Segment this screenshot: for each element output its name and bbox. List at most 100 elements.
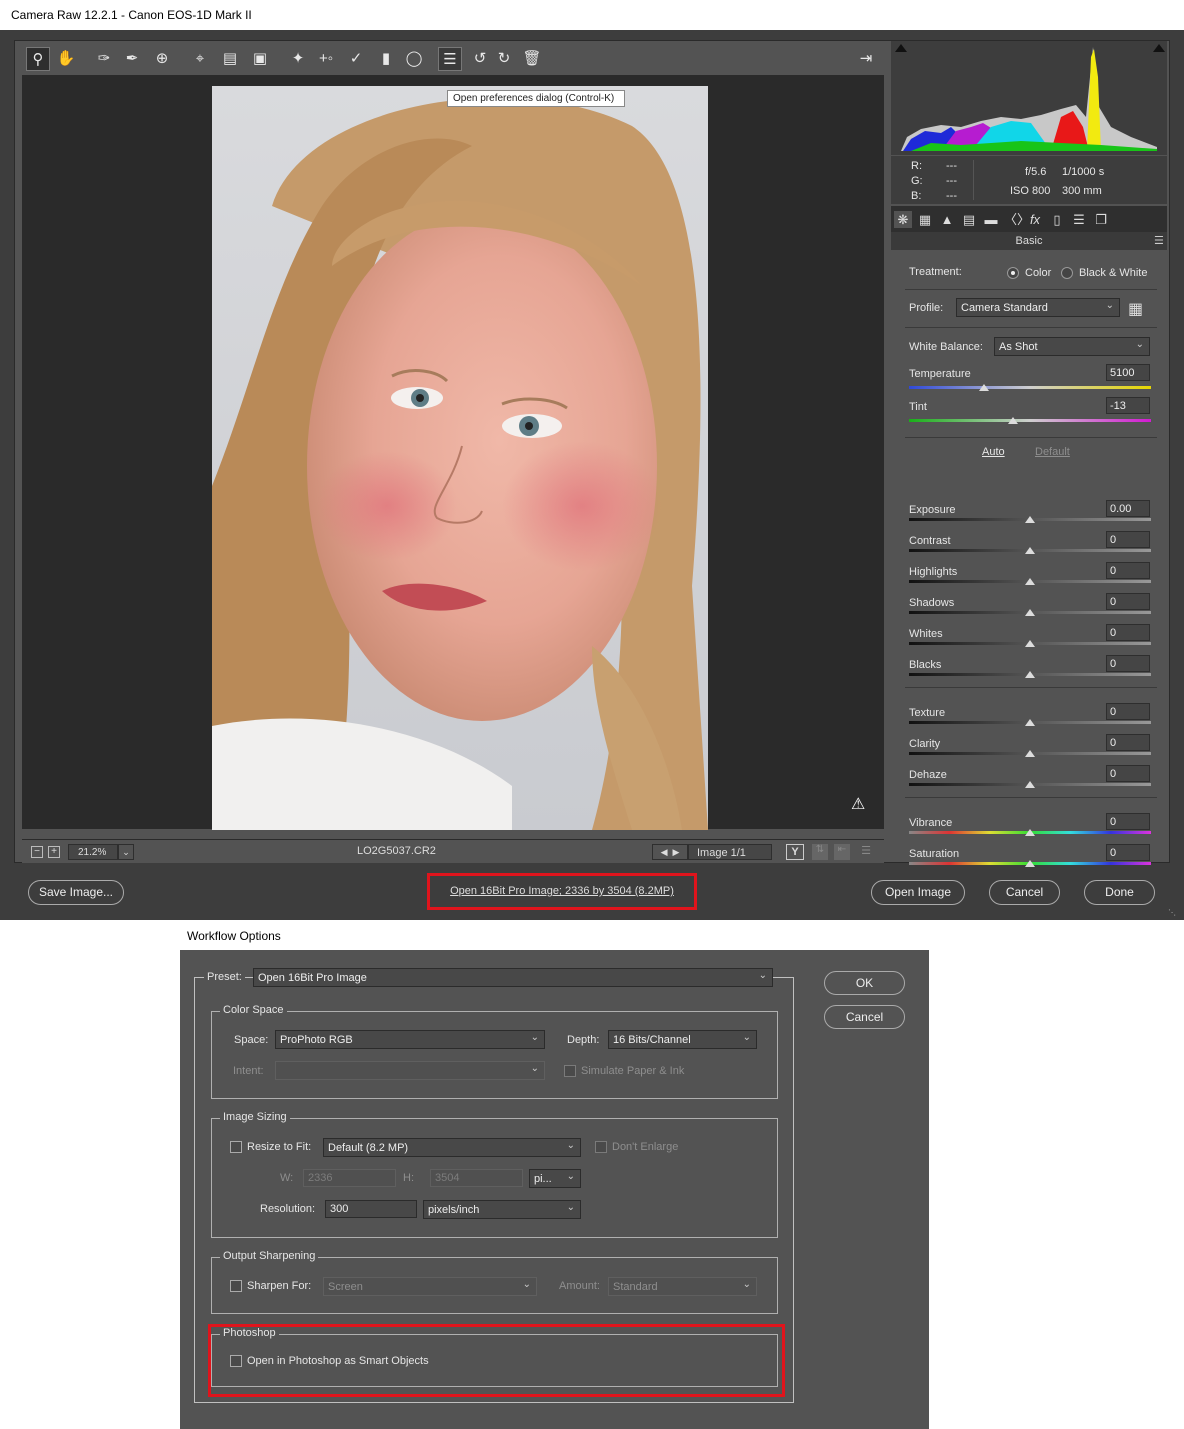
resolution-input[interactable]: 300 bbox=[325, 1200, 417, 1218]
panel-menu-icon[interactable]: ☰ bbox=[1154, 234, 1164, 247]
transform-tool-icon[interactable]: ▣ bbox=[248, 47, 272, 71]
resolution-unit-select[interactable]: pixels/inch ⌄ bbox=[423, 1200, 581, 1219]
copy-settings-icon[interactable]: ⇤ bbox=[834, 844, 850, 860]
radial-filter-icon[interactable]: ◯ bbox=[402, 47, 426, 71]
treatment-color-radio[interactable] bbox=[1007, 267, 1019, 279]
resize-to-fit-checkbox[interactable] bbox=[230, 1141, 242, 1153]
trash-icon[interactable]: 🗑 bbox=[520, 47, 544, 71]
zoom-level[interactable]: 21.2% bbox=[68, 844, 118, 860]
preview-settings-icon[interactable]: ☰ bbox=[858, 844, 874, 860]
auto-link[interactable]: Auto bbox=[982, 446, 1005, 458]
warning-icon[interactable]: ⚠ bbox=[851, 794, 865, 814]
lens-tab-icon[interactable]: 〈〉 bbox=[1004, 211, 1030, 228]
preferences-icon[interactable]: ☰ bbox=[438, 47, 462, 71]
done-button[interactable]: Done bbox=[1084, 880, 1155, 905]
vibrance-value[interactable]: 0 bbox=[1106, 813, 1150, 830]
whites-thumb[interactable] bbox=[1025, 640, 1035, 647]
height-label: H: bbox=[403, 1172, 414, 1184]
swap-settings-icon[interactable]: ⇅ bbox=[812, 844, 828, 860]
temperature-thumb[interactable] bbox=[979, 384, 990, 391]
targeted-adjustment-icon[interactable]: ⊕ bbox=[150, 47, 174, 71]
temperature-value[interactable]: 5100 bbox=[1106, 364, 1150, 381]
open-image-button[interactable]: Open Image bbox=[871, 880, 965, 905]
texture-thumb[interactable] bbox=[1025, 719, 1035, 726]
saturation-thumb[interactable] bbox=[1025, 860, 1035, 867]
space-select[interactable]: ProPhoto RGB ⌄ bbox=[275, 1030, 545, 1049]
tone-curve-tab-icon[interactable]: ▦ bbox=[916, 211, 934, 228]
ok-button[interactable]: OK bbox=[824, 971, 905, 995]
tint-value[interactable]: -13 bbox=[1106, 397, 1150, 414]
resize-grip-icon[interactable]: ⋱ bbox=[1168, 908, 1176, 917]
dehaze-thumb[interactable] bbox=[1025, 781, 1035, 788]
detail-tab-icon[interactable]: ▲ bbox=[938, 211, 956, 228]
preset-select[interactable]: Open 16Bit Pro Image ⌄ bbox=[253, 968, 773, 987]
resize-to-fit-select[interactable]: Default (8.2 MP) ⌄ bbox=[323, 1138, 581, 1157]
spot-removal-icon[interactable]: ✦ bbox=[286, 47, 310, 71]
clarity-thumb[interactable] bbox=[1025, 750, 1035, 757]
highlights-value[interactable]: 0 bbox=[1106, 562, 1150, 579]
save-image-button[interactable]: Save Image... bbox=[28, 880, 124, 905]
exposure-value[interactable]: 0.00 bbox=[1106, 500, 1150, 517]
dont-enlarge-checkbox[interactable] bbox=[595, 1141, 607, 1153]
zoom-dropdown-icon[interactable]: ⌄ bbox=[118, 844, 134, 860]
contrast-thumb[interactable] bbox=[1025, 547, 1035, 554]
image-nav-arrows-icon[interactable]: ◀ ▶ bbox=[652, 844, 688, 860]
crop-tool-icon[interactable]: ⌖ bbox=[188, 47, 212, 71]
profile-browser-icon[interactable]: ▦ bbox=[1128, 299, 1143, 319]
adjustment-brush-icon[interactable]: ✓ bbox=[344, 47, 368, 71]
before-after-icon[interactable]: Y bbox=[786, 844, 804, 860]
red-eye-icon[interactable]: +◦ bbox=[314, 47, 338, 71]
default-link[interactable]: Default bbox=[1035, 446, 1070, 458]
snapshots-tab-icon[interactable]: ❐ bbox=[1092, 211, 1110, 228]
dialog-cancel-button[interactable]: Cancel bbox=[824, 1005, 905, 1029]
profile-select[interactable]: Camera Standard ⌄ bbox=[956, 298, 1120, 317]
white-balance-select[interactable]: As Shot ⌄ bbox=[994, 337, 1150, 356]
cancel-button[interactable]: Cancel bbox=[989, 880, 1060, 905]
blacks-thumb[interactable] bbox=[1025, 671, 1035, 678]
depth-select[interactable]: 16 Bits/Channel ⌄ bbox=[608, 1030, 757, 1049]
tint-thumb[interactable] bbox=[1008, 417, 1019, 424]
saturation-value[interactable]: 0 bbox=[1106, 844, 1150, 861]
intent-select[interactable]: ⌄ bbox=[275, 1061, 545, 1080]
rotate-left-icon[interactable]: ↺ bbox=[468, 47, 492, 71]
treatment-bw-radio[interactable] bbox=[1061, 267, 1073, 279]
fullscreen-icon[interactable]: ⇥ bbox=[854, 47, 878, 71]
calibration-tab-icon[interactable]: ▯ bbox=[1048, 211, 1066, 228]
whites-value[interactable]: 0 bbox=[1106, 624, 1150, 641]
height-input[interactable]: 3504 bbox=[430, 1169, 523, 1187]
rotate-right-icon[interactable]: ↻ bbox=[492, 47, 516, 71]
red-value: --- bbox=[946, 160, 957, 172]
simulate-paper-checkbox[interactable] bbox=[564, 1065, 576, 1077]
white-balance-tool-icon[interactable]: ✑ bbox=[92, 47, 116, 71]
blacks-value[interactable]: 0 bbox=[1106, 655, 1150, 672]
basic-tab-icon[interactable]: ❋ bbox=[894, 211, 912, 228]
sharpen-for-checkbox[interactable] bbox=[230, 1280, 242, 1292]
workflow-options-link[interactable]: Open 16Bit Pro Image; 2336 by 3504 (8.2M… bbox=[427, 873, 697, 910]
vibrance-thumb[interactable] bbox=[1025, 829, 1035, 836]
contrast-value[interactable]: 0 bbox=[1106, 531, 1150, 548]
temperature-slider[interactable] bbox=[909, 386, 1151, 389]
hand-tool-icon[interactable]: ✋ bbox=[54, 47, 78, 71]
width-input[interactable]: 2336 bbox=[303, 1169, 396, 1187]
zoom-in-icon[interactable]: + bbox=[48, 846, 60, 858]
shadows-value[interactable]: 0 bbox=[1106, 593, 1150, 610]
tint-slider[interactable] bbox=[909, 419, 1151, 422]
size-unit-select[interactable]: pi... ⌄ bbox=[529, 1169, 581, 1188]
shadows-thumb[interactable] bbox=[1025, 609, 1035, 616]
sharpen-for-select[interactable]: Screen ⌄ bbox=[323, 1277, 537, 1296]
graduated-filter-icon[interactable]: ▮ bbox=[374, 47, 398, 71]
texture-value[interactable]: 0 bbox=[1106, 703, 1150, 720]
highlights-thumb[interactable] bbox=[1025, 578, 1035, 585]
exposure-thumb[interactable] bbox=[1025, 516, 1035, 523]
presets-tab-icon[interactable]: ☰ bbox=[1070, 211, 1088, 228]
zoom-out-icon[interactable]: − bbox=[31, 846, 43, 858]
straighten-tool-icon[interactable]: ▤ bbox=[218, 47, 242, 71]
zoom-tool-icon[interactable]: ⚲ bbox=[26, 47, 50, 71]
dehaze-value[interactable]: 0 bbox=[1106, 765, 1150, 782]
effects-tab-icon[interactable]: fx bbox=[1026, 211, 1044, 228]
amount-select[interactable]: Standard ⌄ bbox=[608, 1277, 757, 1296]
clarity-value[interactable]: 0 bbox=[1106, 734, 1150, 751]
hsl-tab-icon[interactable]: ▤ bbox=[960, 211, 978, 228]
split-toning-tab-icon[interactable]: ▬ bbox=[982, 211, 1000, 228]
color-sampler-icon[interactable]: ✒ bbox=[120, 47, 144, 71]
